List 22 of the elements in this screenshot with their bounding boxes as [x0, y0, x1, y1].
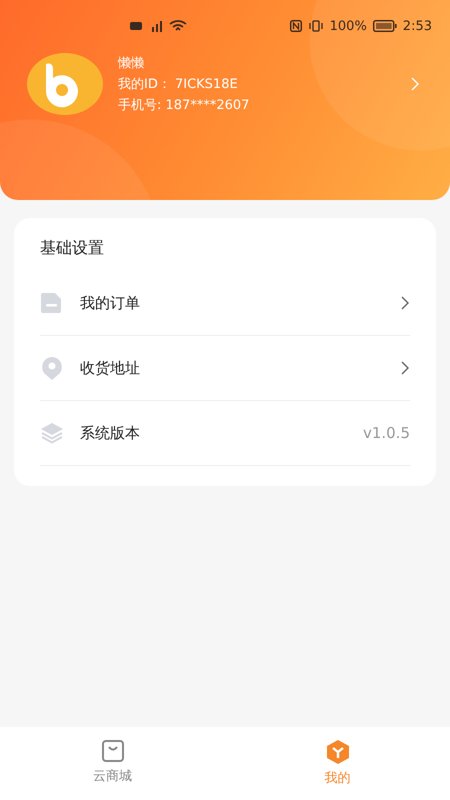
- section-title: 基础设置: [40, 238, 105, 259]
- settings-row[interactable]: 系统版本 v1.0.5: [40, 401, 410, 466]
- clock-time: 2:53: [402, 18, 432, 34]
- battery-icon: [372, 20, 397, 32]
- bag-icon: [100, 739, 124, 763]
- settings-row[interactable]: 收货地址: [40, 336, 410, 401]
- chevron-right-icon: [410, 76, 420, 92]
- chevron-right-icon: [400, 360, 410, 376]
- document-icon: [40, 292, 64, 314]
- tab[interactable]: 云商城: [0, 727, 225, 800]
- settings-row[interactable]: 我的订单: [40, 271, 410, 336]
- nfc-icon: [290, 20, 302, 32]
- location-pin-icon: [40, 356, 64, 380]
- layers-icon: [40, 422, 64, 444]
- nickname: 懒懒: [118, 55, 145, 72]
- version-value: v1.0.5: [362, 424, 410, 442]
- user-id: 我的ID： 7ICKS18E: [118, 76, 239, 93]
- vibrate-icon: [308, 20, 324, 32]
- battery-percent: 100%: [330, 18, 367, 34]
- chevron-right-icon: [400, 295, 410, 311]
- hexagon-icon: [324, 739, 350, 765]
- phone-number: 手机号: 187****2607: [118, 97, 250, 114]
